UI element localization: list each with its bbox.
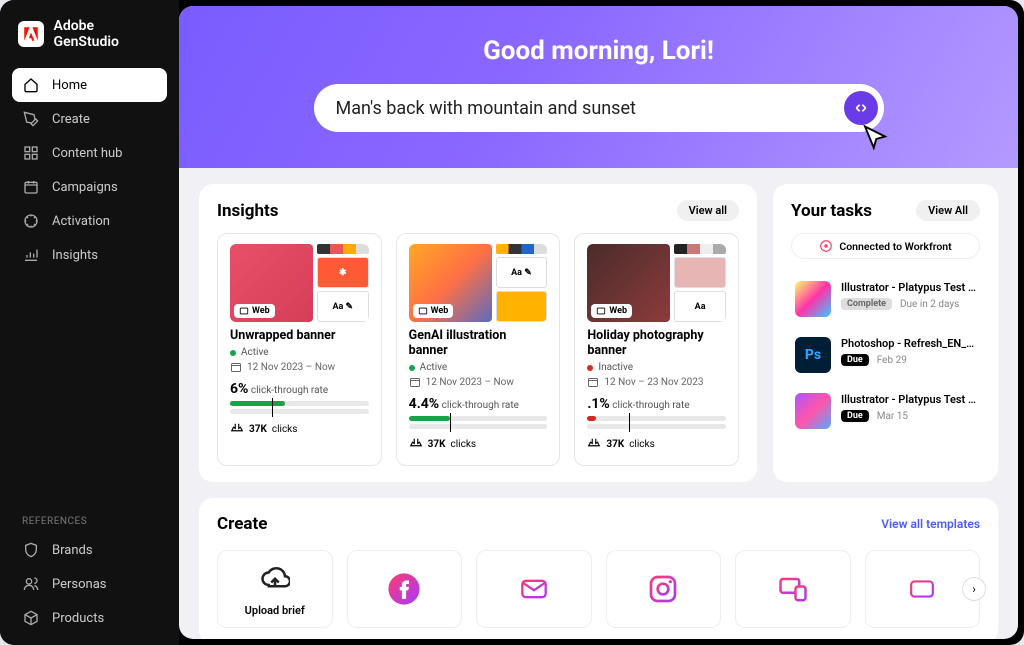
brush-icon: [22, 110, 40, 128]
template-facebook[interactable]: [347, 550, 463, 628]
search-input[interactable]: [336, 98, 844, 119]
hero: Good morning, Lori!: [179, 6, 1018, 168]
insights-panel: Insights View all ✱ Aa ✎ Web: [199, 184, 757, 482]
activation-icon: [22, 212, 40, 230]
card-status: Inactive: [598, 362, 633, 373]
card-icon: [904, 571, 940, 607]
facebook-icon: [386, 571, 422, 607]
cursor-icon: [860, 124, 890, 154]
task-badge: Due: [841, 354, 869, 366]
brand-name: Adobe GenStudio: [54, 18, 161, 50]
sidebar: Adobe GenStudio Home Create Content hub …: [0, 0, 179, 645]
grid-icon: [22, 144, 40, 162]
package-icon: [22, 609, 40, 627]
workfront-badge: Connected to Workfront: [791, 233, 980, 259]
sidebar-item-campaigns[interactable]: Campaigns: [12, 170, 167, 204]
view-all-templates[interactable]: View all templates: [881, 517, 980, 531]
card-title: Unwrapped banner: [230, 328, 369, 343]
instagram-icon: [645, 571, 681, 607]
web-tag: Web: [413, 304, 454, 318]
sidebar-item-content-hub[interactable]: Content hub: [12, 136, 167, 170]
task-title: Photoshop - Refresh_EN_US: [841, 337, 976, 350]
tasks-title: Your tasks: [791, 201, 872, 221]
task-row[interactable]: Illustrator - Platypus Test - Text... Co…: [791, 271, 980, 327]
sidebar-item-label: Campaigns: [52, 180, 118, 195]
search-button[interactable]: [844, 91, 878, 125]
task-row[interactable]: Illustrator - Platypus Test - Text... Du…: [791, 383, 980, 439]
sidebar-item-label: Insights: [52, 248, 98, 263]
card-title: Holiday photography banner: [587, 328, 726, 358]
card-status: Active: [420, 362, 448, 373]
tasks-panel: Your tasks View All Connected to Workfro…: [773, 184, 998, 482]
card-dates: 12 Nov 2023 – Now: [426, 377, 514, 388]
card-status: Active: [241, 347, 269, 358]
task-date: Mar 15: [877, 411, 908, 422]
sidebar-item-label: Personas: [52, 577, 107, 592]
sidebar-item-label: Content hub: [52, 146, 122, 161]
sidebar-item-label: Home: [52, 78, 87, 93]
template-instagram[interactable]: [606, 550, 722, 628]
workfront-icon: [819, 239, 833, 253]
web-tag: Web: [591, 304, 632, 318]
devices-icon: [775, 571, 811, 607]
task-badge: Due: [841, 410, 869, 422]
task-title: Illustrator - Platypus Test - Text...: [841, 281, 976, 294]
card-dates: 12 Nov – 23 Nov 2023: [604, 377, 703, 388]
sidebar-item-products[interactable]: Products: [12, 601, 167, 635]
email-icon: [516, 571, 552, 607]
card-title: GenAI illustration banner: [409, 328, 548, 358]
home-icon: [22, 76, 40, 94]
greeting: Good morning, Lori!: [219, 36, 978, 66]
references-header: REFERENCES: [0, 516, 179, 533]
nav-main: Home Create Content hub Campaigns Activa…: [0, 68, 179, 272]
adobe-logo: [18, 21, 44, 47]
task-badge: Complete: [841, 298, 892, 310]
template-devices[interactable]: [735, 550, 851, 628]
task-row[interactable]: Ps Photoshop - Refresh_EN_US DueFeb 29: [791, 327, 980, 383]
card-dates: 12 Nov 2023 – Now: [247, 362, 335, 373]
brand: Adobe GenStudio: [0, 10, 179, 68]
create-title: Create: [217, 514, 267, 534]
create-panel: Create View all templates Upload brief: [199, 498, 998, 639]
task-title: Illustrator - Platypus Test - Text...: [841, 393, 976, 406]
sidebar-item-home[interactable]: Home: [12, 68, 167, 102]
sidebar-item-label: Activation: [52, 214, 110, 229]
insights-title: Insights: [217, 201, 278, 221]
web-tag: Web: [234, 304, 275, 318]
users-icon: [22, 575, 40, 593]
calendar-icon: [22, 178, 40, 196]
insight-card[interactable]: ✱ Aa ✎ Web Unwrapped banner Active 12 No…: [217, 233, 382, 466]
sidebar-item-brands[interactable]: Brands: [12, 533, 167, 567]
sidebar-item-label: Brands: [52, 543, 93, 558]
shield-icon: [22, 541, 40, 559]
sidebar-item-personas[interactable]: Personas: [12, 567, 167, 601]
tasks-view-all[interactable]: View All: [916, 200, 980, 221]
sidebar-item-label: Products: [52, 611, 104, 626]
main: Good morning, Lori! Insights View all: [179, 6, 1018, 639]
template-email[interactable]: [476, 550, 592, 628]
task-date: Due in 2 days: [900, 299, 959, 310]
nav-references: Brands Personas Products: [0, 533, 179, 635]
sidebar-item-create[interactable]: Create: [12, 102, 167, 136]
search-bar: [314, 84, 884, 132]
upload-brief-tile[interactable]: Upload brief: [217, 550, 333, 628]
insights-view-all[interactable]: View all: [677, 200, 739, 221]
sidebar-item-activation[interactable]: Activation: [12, 204, 167, 238]
sidebar-item-insights[interactable]: Insights: [12, 238, 167, 272]
upload-icon: [257, 562, 293, 598]
insight-card[interactable]: Aa Web Holiday photography banner Inacti…: [574, 233, 739, 466]
templates-next[interactable]: ›: [962, 577, 986, 601]
upload-label: Upload brief: [245, 604, 305, 617]
chart-icon: [22, 246, 40, 264]
task-date: Feb 29: [877, 355, 907, 366]
sidebar-item-label: Create: [52, 112, 90, 127]
insight-card[interactable]: Aa ✎ Web GenAI illustration banner Activ…: [396, 233, 561, 466]
